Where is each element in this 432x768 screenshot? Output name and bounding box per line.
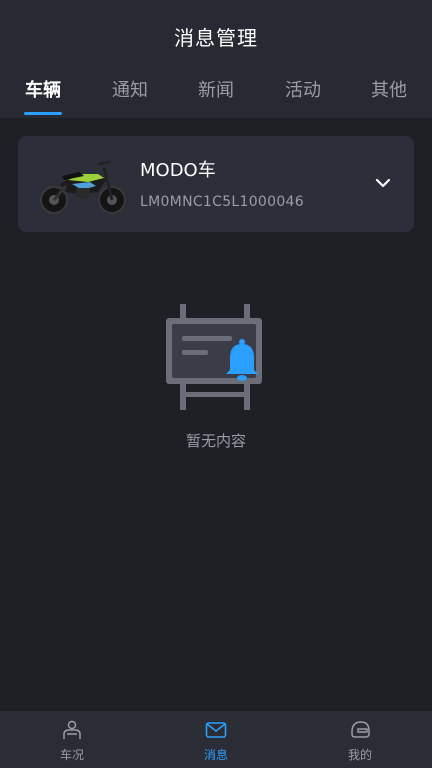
nav-label-vehicle-status: 车况 — [59, 748, 84, 762]
tab-activity[interactable]: 活动 — [268, 76, 338, 102]
vehicle-card[interactable]: MODO车 LM0MNC1C5L1000046 — [18, 136, 414, 232]
nav-messages[interactable]: 消息 — [144, 711, 288, 768]
nav-label-messages: 消息 — [203, 748, 228, 762]
nav-vehicle-status[interactable]: 车况 — [0, 711, 144, 768]
tab-notice[interactable]: 通知 — [95, 76, 165, 102]
tab-news[interactable]: 新闻 — [181, 76, 251, 102]
chevron-down-icon[interactable] — [374, 174, 392, 192]
helmet-icon — [351, 721, 370, 738]
tab-active-indicator — [24, 112, 62, 115]
nav-mine[interactable]: 我的 — [288, 711, 432, 768]
nav-label-mine: 我的 — [347, 748, 372, 762]
message-board-bell-icon — [166, 304, 262, 410]
page-title: 消息管理 — [174, 26, 258, 50]
tab-vehicle[interactable]: 车辆 — [8, 76, 78, 102]
top-header: 消息管理 车辆 通知 新闻 活动 其他 — [0, 0, 432, 118]
tab-other[interactable]: 其他 — [354, 76, 424, 102]
tab-bar: 车辆 通知 新闻 活动 其他 — [0, 76, 432, 118]
rider-icon — [63, 720, 81, 739]
bottom-nav: 车况 消息 我的 — [0, 711, 432, 768]
vehicle-vin: LM0MNC1C5L1000046 — [140, 194, 304, 210]
empty-state-text: 暂无内容 — [185, 432, 246, 450]
electric-motorbike-image — [40, 160, 126, 214]
envelope-icon — [205, 722, 227, 738]
vehicle-name: MODO车 — [140, 160, 216, 181]
